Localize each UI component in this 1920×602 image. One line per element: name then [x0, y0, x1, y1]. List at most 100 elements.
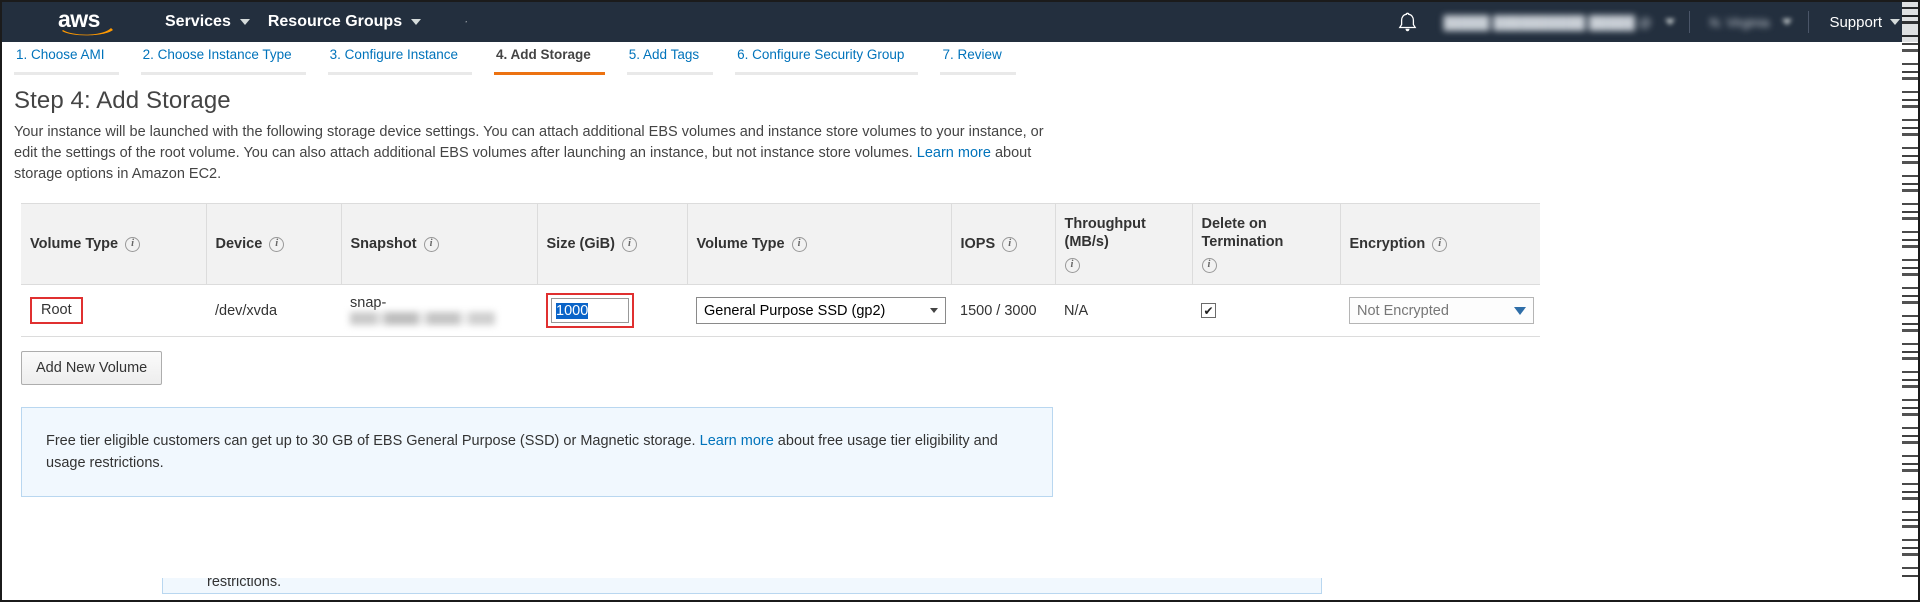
top-nav-right-cluster: █████ ██████████ █████ @ N. Virginia Sup…	[1380, 2, 1918, 42]
delete-on-termination-checkbox[interactable]: ✔	[1201, 303, 1216, 318]
wizard-step-4-label: 4. Add Storage	[496, 47, 591, 62]
col-header-device: Device i	[206, 204, 341, 285]
cell-size	[537, 285, 687, 337]
wizard-step-6[interactable]: 6. Configure Security Group	[735, 42, 918, 75]
col-header-throughput-label: Throughput (MB/s)	[1065, 215, 1182, 251]
cell-volume-type: General Purpose SSD (gp2)	[687, 285, 951, 337]
storage-table-container: Volume Type i Device i S	[21, 203, 1540, 337]
col-header-snapshot: Snapshot i	[341, 204, 537, 285]
cell-volume-type-root: Root	[21, 285, 206, 337]
col-header-encryption-label: Encryption	[1350, 235, 1426, 253]
root-volume-label: Root	[30, 297, 83, 324]
storage-table-header: Volume Type i Device i S	[21, 204, 1540, 285]
wizard-step-7[interactable]: 7. Review	[940, 42, 1015, 75]
cell-throughput: N/A	[1055, 285, 1192, 337]
chevron-down-icon	[1665, 19, 1675, 25]
support-menu[interactable]: Support	[1819, 14, 1918, 31]
add-new-volume-button[interactable]: Add New Volume	[21, 351, 162, 385]
col-header-snapshot-label: Snapshot	[351, 235, 417, 253]
nav-services[interactable]: Services	[156, 2, 259, 42]
col-header-size: Size (GiB) i	[537, 204, 687, 285]
info-icon[interactable]: i	[1002, 237, 1017, 252]
col-header-size-label: Size (GiB)	[547, 235, 615, 253]
iops-value: 1500 / 3000	[960, 303, 1037, 319]
region-menu[interactable]: N. Virginia	[1700, 2, 1799, 42]
wizard-step-1[interactable]: 1. Choose AMI	[14, 42, 119, 75]
info-icon[interactable]: i	[125, 237, 140, 252]
storage-table: Volume Type i Device i S	[21, 203, 1540, 337]
encryption-selected-value: Not Encrypted	[1357, 303, 1449, 319]
page-content: Step 4: Add Storage Your instance will b…	[2, 75, 1918, 497]
region-label-redacted: N. Virginia	[1706, 15, 1774, 30]
below-fold-notice-box	[162, 578, 1322, 594]
col-header-encryption: Encryption i	[1340, 204, 1540, 285]
volume-type-selected-value: General Purpose SSD (gp2)	[704, 303, 885, 319]
throughput-value: N/A	[1064, 303, 1088, 319]
chevron-down-icon	[411, 19, 421, 25]
aws-logo-text: aws	[58, 9, 120, 29]
wizard-step-7-label: 7. Review	[942, 47, 1001, 62]
wizard-step-2-label: 2. Choose Instance Type	[143, 47, 292, 62]
aws-logo[interactable]: aws	[58, 9, 120, 35]
checkmark-icon: ✔	[1203, 305, 1213, 317]
col-header-volume-type-root: Volume Type i	[21, 204, 206, 285]
account-menu[interactable]: █████ ██████████ █████ @	[1435, 2, 1678, 42]
col-header-iops: IOPS i	[951, 204, 1055, 285]
col-header-delete-on-termination-label: Delete on Termination	[1202, 215, 1330, 251]
nav-resource-groups[interactable]: Resource Groups	[259, 2, 430, 42]
intro-text-part1: Your instance will be launched with the …	[14, 124, 1044, 161]
nav-resource-groups-label: Resource Groups	[268, 13, 402, 31]
info-icon[interactable]: i	[1202, 258, 1217, 273]
info-icon[interactable]: i	[1432, 237, 1447, 252]
col-header-volume-type: Volume Type i	[687, 204, 951, 285]
pin-icon[interactable]	[456, 2, 476, 42]
col-header-volume-type-label: Volume Type	[697, 235, 785, 253]
wizard-step-5[interactable]: 5. Add Tags	[627, 42, 713, 75]
wizard-step-6-label: 6. Configure Security Group	[737, 47, 904, 62]
pin-glyph	[465, 13, 467, 31]
aws-smile-icon	[62, 27, 114, 36]
size-input-highlight	[546, 293, 634, 328]
info-icon[interactable]: i	[1065, 258, 1080, 273]
wizard-step-2[interactable]: 2. Choose Instance Type	[141, 42, 306, 75]
info-icon[interactable]: i	[424, 237, 439, 252]
table-row: Root /dev/xvda snap-	[21, 285, 1540, 337]
device-value: /dev/xvda	[215, 303, 277, 319]
encryption-select[interactable]: Not Encrypted	[1349, 297, 1534, 324]
header-row: Volume Type i Device i S	[21, 204, 1540, 285]
col-header-throughput: Throughput (MB/s) i	[1055, 204, 1192, 285]
cell-iops: 1500 / 3000	[951, 285, 1055, 337]
below-fold-text: restrictions.	[207, 578, 281, 590]
bell-icon	[1398, 12, 1417, 33]
cell-encryption: Not Encrypted	[1340, 285, 1540, 337]
chevron-down-icon	[1782, 19, 1792, 25]
storage-options-learn-more-link[interactable]: Learn more	[917, 145, 991, 161]
col-header-volume-type-root-label: Volume Type	[30, 235, 118, 253]
cell-delete-on-termination: ✔	[1192, 285, 1340, 337]
wizard-step-5-label: 5. Add Tags	[629, 47, 699, 62]
page-title: Step 4: Add Storage	[14, 87, 1918, 115]
col-header-device-label: Device	[216, 235, 263, 253]
chevron-down-icon	[930, 308, 938, 313]
free-tier-learn-more-link[interactable]: Learn more	[700, 433, 774, 449]
chevron-down-icon	[240, 19, 250, 25]
launch-wizard-steps: 1. Choose AMI 2. Choose Instance Type 3.…	[2, 42, 1918, 75]
col-header-delete-on-termination: Delete on Termination i	[1192, 204, 1340, 285]
col-header-iops-label: IOPS	[961, 235, 996, 253]
size-input[interactable]	[551, 298, 629, 323]
free-tier-notice: Free tier eligible customers can get up …	[21, 407, 1053, 497]
storage-table-body: Root /dev/xvda snap-	[21, 285, 1540, 337]
info-icon[interactable]: i	[792, 237, 807, 252]
info-icon[interactable]: i	[622, 237, 637, 252]
wizard-step-3[interactable]: 3. Configure Instance	[328, 42, 472, 75]
notifications-button[interactable]	[1380, 12, 1435, 33]
volume-type-select[interactable]: General Purpose SSD (gp2)	[696, 297, 946, 324]
support-label: Support	[1829, 14, 1882, 31]
account-name-redacted: █████ ██████████ █████ @	[1439, 15, 1655, 30]
cell-device: /dev/xvda	[206, 285, 341, 337]
free-tier-notice-text-part1: Free tier eligible customers can get up …	[46, 433, 700, 449]
aws-top-navigation: aws Services Resource Groups	[2, 2, 1918, 42]
info-icon[interactable]: i	[269, 237, 284, 252]
wizard-step-4[interactable]: 4. Add Storage	[494, 42, 605, 75]
cell-snapshot: snap-	[341, 285, 537, 337]
